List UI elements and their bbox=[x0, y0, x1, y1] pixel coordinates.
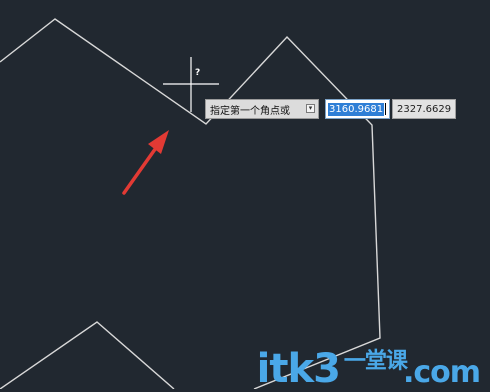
watermark-domain: .com bbox=[402, 355, 481, 390]
prompt-options-icon[interactable]: ▾ bbox=[306, 104, 315, 113]
watermark-suffix: 一堂课 bbox=[343, 349, 408, 374]
drawing-canvas[interactable] bbox=[0, 0, 490, 389]
x-coordinate-input[interactable]: 3160.9681 bbox=[325, 99, 390, 119]
x-coordinate-value: 3160.9681 bbox=[328, 102, 385, 116]
polyline-upper-zigzag[interactable] bbox=[0, 18, 381, 389]
prompt-text: 指定第一个角点或 bbox=[210, 105, 290, 117]
site-watermark: itk3 一堂课.com bbox=[256, 346, 481, 392]
text-caret bbox=[385, 103, 387, 115]
dynamic-input-prompt[interactable]: 指定第一个角点或 ▾ bbox=[205, 99, 319, 119]
cursor-question-mark: ? bbox=[195, 68, 201, 78]
polyline-lower-peak[interactable] bbox=[0, 321, 175, 389]
watermark-logo: itk3 bbox=[256, 346, 341, 392]
y-coordinate-value: 2327.6629 bbox=[397, 103, 452, 115]
y-coordinate-input[interactable]: 2327.6629 bbox=[392, 99, 456, 119]
red-arrow-annotation bbox=[122, 130, 169, 195]
